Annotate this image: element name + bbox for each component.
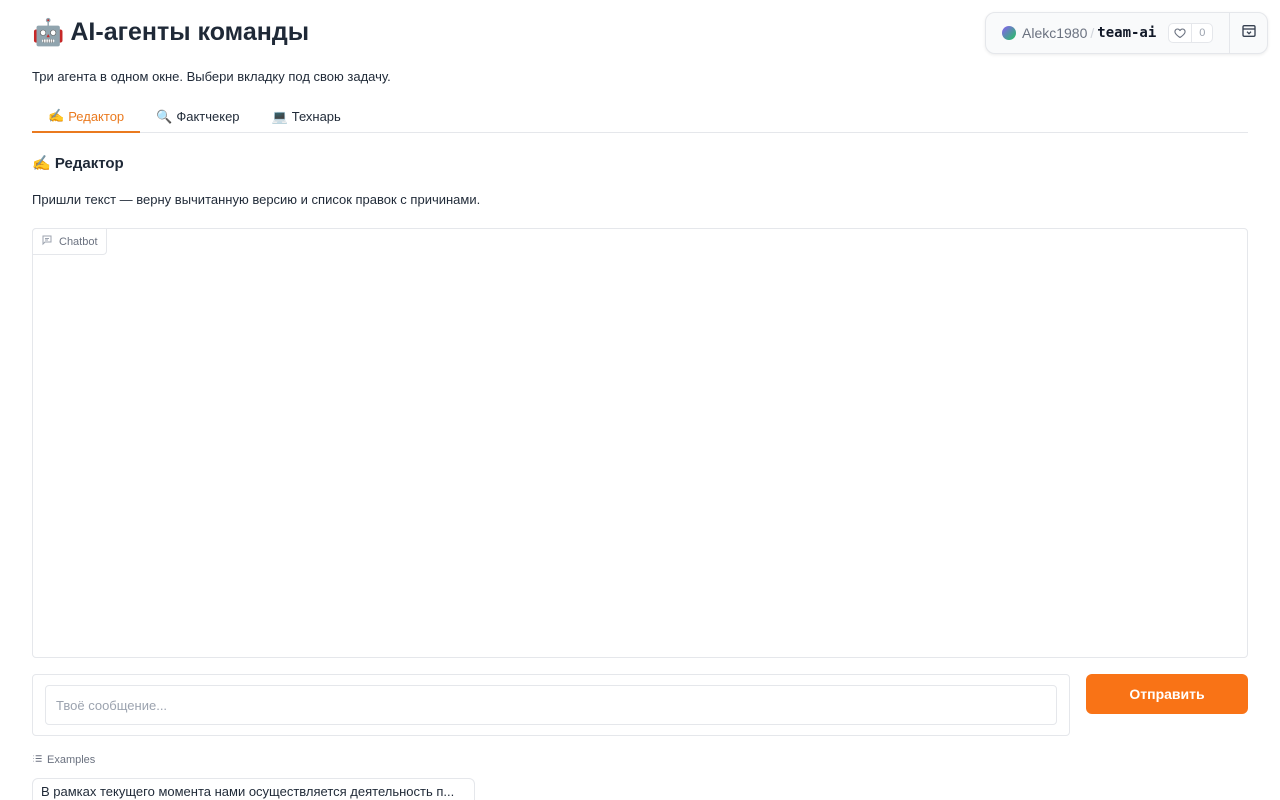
space-name-link[interactable]: team-ai xyxy=(1097,25,1156,41)
example-item[interactable]: В рамках текущего момента нами осуществл… xyxy=(32,778,475,800)
examples-label-text: Examples xyxy=(47,754,96,766)
space-header-badge: Alekc1980 / team-ai 0 xyxy=(985,12,1268,54)
like-count: 0 xyxy=(1191,24,1212,42)
examples-label: Examples xyxy=(32,753,95,767)
app-root: Alekc1980 / team-ai 0 🤖 AI-агенты команд… xyxy=(0,0,1280,800)
tab-label: Фактчекер xyxy=(176,109,240,124)
magnifier-icon: 🔍 xyxy=(156,108,173,124)
agent-tabs: ✍️ Редактор 🔍 Фактчекер 💻 Технарь xyxy=(32,101,1248,133)
heart-icon xyxy=(1169,27,1191,39)
tab-factchecker[interactable]: 🔍 Фактчекер xyxy=(140,101,255,132)
chatbot-panel[interactable]: Chatbot xyxy=(32,228,1248,658)
section-title-text: Редактор xyxy=(54,155,124,172)
chatbot-label: Chatbot xyxy=(32,228,107,255)
path-separator: / xyxy=(1090,25,1095,41)
message-input[interactable] xyxy=(45,685,1057,725)
section-description: Пришли текст — верну вычитанную версию и… xyxy=(32,192,481,207)
chatbot-label-text: Chatbot xyxy=(59,235,98,248)
tab-editor[interactable]: ✍️ Редактор xyxy=(32,101,141,133)
tab-label: Редактор xyxy=(68,108,125,124)
collapse-header-button[interactable] xyxy=(1229,13,1267,53)
message-input-block xyxy=(32,674,1070,736)
tab-label: Технарь xyxy=(291,109,341,124)
owner-avatar xyxy=(1002,26,1016,40)
section-title: ✍️ Редактор xyxy=(32,154,124,172)
laptop-icon: 💻 xyxy=(271,108,288,124)
page-title-text: AI-агенты команды xyxy=(70,18,310,46)
tab-tech[interactable]: 💻 Технарь xyxy=(256,101,357,132)
robot-icon: 🤖 xyxy=(32,17,65,47)
chat-bubble-icon xyxy=(41,234,53,249)
send-button[interactable]: Отправить xyxy=(1086,674,1248,714)
writing-hand-icon: ✍️ xyxy=(32,155,51,172)
writing-hand-icon: ✍️ xyxy=(48,108,65,123)
owner-link[interactable]: Alekc1980 xyxy=(1022,25,1087,41)
page-subtitle: Три агента в одном окне. Выбери вкладку … xyxy=(32,69,391,84)
list-icon xyxy=(32,753,43,767)
like-button[interactable]: 0 xyxy=(1168,23,1214,43)
page-title: 🤖 AI-агенты команды xyxy=(32,17,309,48)
collapse-icon xyxy=(1241,23,1257,44)
